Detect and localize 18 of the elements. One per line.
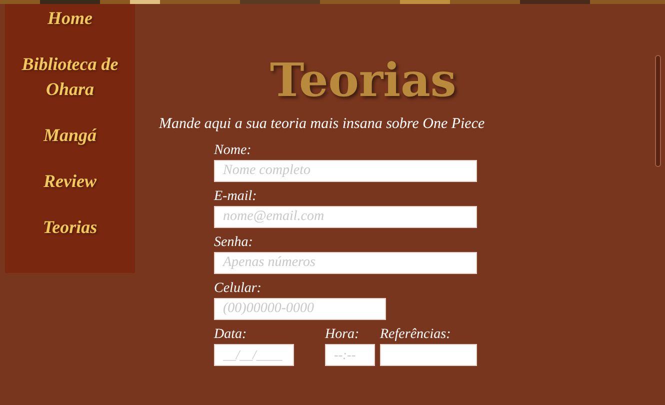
page-title: Teorias xyxy=(270,52,456,108)
nav-link[interactable]: Mangá xyxy=(20,123,120,148)
scrollbar[interactable] xyxy=(655,55,661,167)
input-field[interactable]: __/__/____ xyxy=(214,344,294,366)
input-field[interactable] xyxy=(380,344,477,366)
input-field[interactable]: --:-- xyxy=(325,344,375,366)
field-label: Referências: xyxy=(380,326,451,344)
nav-link[interactable]: Review xyxy=(20,169,120,194)
nav-link[interactable]: Teorias xyxy=(20,215,120,240)
field-label: Senha: xyxy=(214,234,253,252)
field-label: Hora: xyxy=(325,326,360,344)
field-label: Data: xyxy=(214,326,247,344)
field-label: Celular: xyxy=(214,280,262,298)
field-label: Nome: xyxy=(214,142,252,160)
intro-text: Mande aqui a sua teoria mais insana sobre One Piece xyxy=(159,115,485,134)
nav-link[interactable]: Home xyxy=(20,6,120,31)
field-label: E-mail: xyxy=(214,188,257,206)
nav-link[interactable]: Biblioteca de Ohara xyxy=(20,52,120,102)
